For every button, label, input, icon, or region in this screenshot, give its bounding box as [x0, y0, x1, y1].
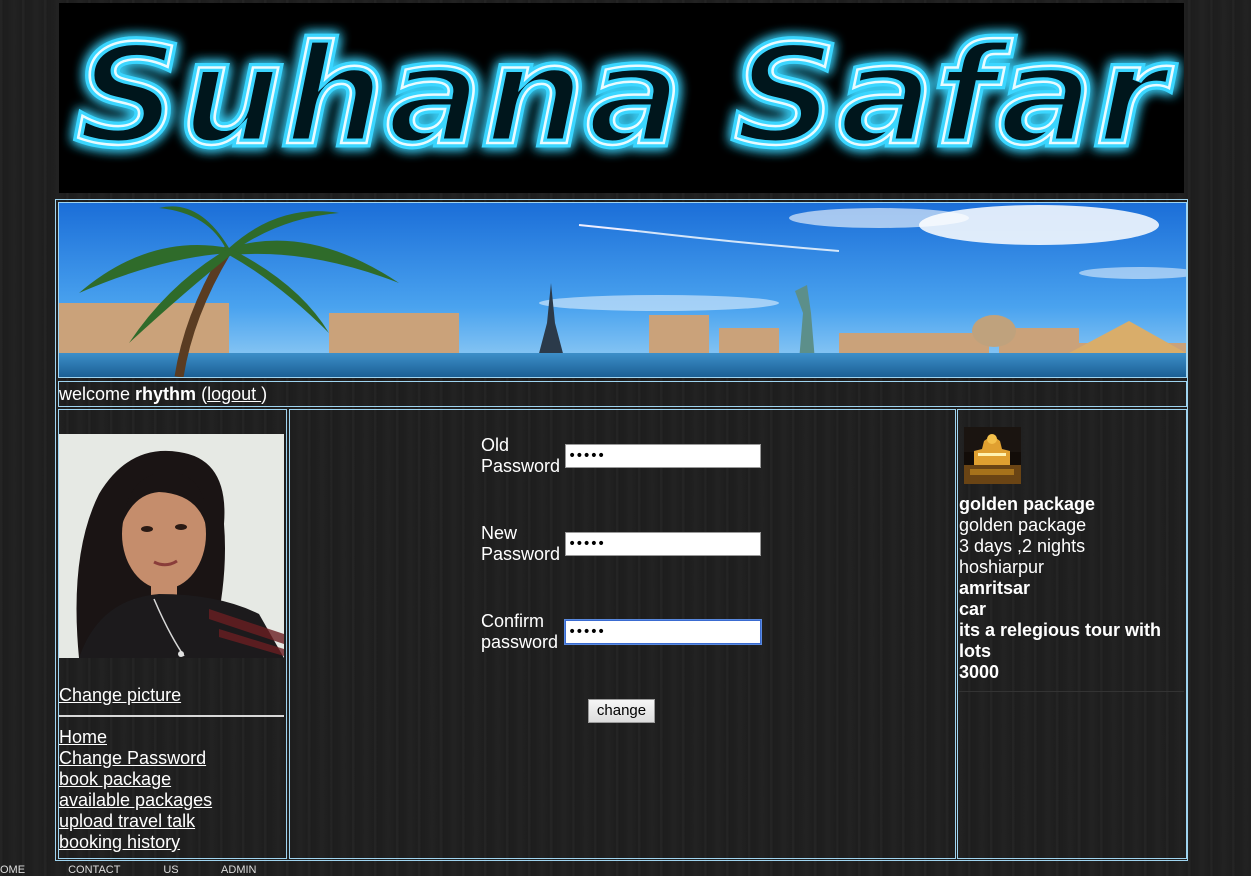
- welcome-prefix: welcome: [59, 384, 131, 404]
- package-from: hoshiarpur: [959, 557, 1045, 577]
- sidebar-nav: Home Change Password book package availa…: [59, 727, 212, 853]
- change-picture-link[interactable]: Change picture: [59, 685, 181, 706]
- old-password-label-line2: Password: [481, 456, 561, 476]
- package-price: 3000: [959, 662, 1000, 682]
- package-transport: car: [959, 599, 987, 619]
- confirm-password-label-line2: password: [481, 632, 559, 652]
- site-logo: Suhana Safar Suhana Safar: [59, 3, 1184, 193]
- sidebar-item-home[interactable]: Home: [59, 727, 212, 748]
- new-password-label: New Password: [481, 523, 560, 565]
- package-duration: 3 days ,2 nights: [959, 536, 1086, 556]
- old-password-input[interactable]: •••••: [565, 444, 761, 468]
- logout-paren-close: ): [261, 384, 268, 404]
- package-thumbnail[interactable]: [964, 427, 1021, 484]
- package-name-heading[interactable]: golden package: [959, 494, 1184, 515]
- new-password-label-line1: New: [481, 523, 518, 543]
- new-password-input[interactable]: •••••: [565, 532, 761, 556]
- welcome-message: welcome rhythm (logout ): [59, 384, 267, 405]
- username: rhythm: [135, 384, 197, 404]
- package-name: golden package: [959, 515, 1087, 535]
- sidebar-item-upload-travel-talk[interactable]: upload travel talk: [59, 811, 212, 832]
- sidebar-divider: [59, 715, 284, 717]
- travel-banner: [58, 202, 1187, 378]
- package-to: amritsar: [959, 578, 1031, 598]
- confirm-password-label: Confirm password: [481, 611, 558, 653]
- change-password-button[interactable]: change: [588, 699, 655, 723]
- new-password-label-line2: Password: [481, 544, 561, 564]
- confirm-password-input[interactable]: •••••: [565, 620, 761, 644]
- logout-link[interactable]: logout: [207, 384, 261, 404]
- footer-links[interactable]: OME CONTACT US ADMIN: [0, 864, 257, 876]
- sidebar-item-available-packages[interactable]: available packages: [59, 790, 212, 811]
- sidebar-item-booking-history[interactable]: booking history: [59, 832, 212, 853]
- old-password-label-line1: Old: [481, 435, 510, 455]
- sidebar-item-book-package[interactable]: book package: [59, 769, 212, 790]
- confirm-password-label-line1: Confirm: [481, 611, 545, 631]
- package-description: its a relegious tour with lots: [959, 620, 1162, 661]
- logo-text-highlight: Suhana Safar: [76, 15, 1174, 176]
- package-details: golden package golden package 3 days ,2 …: [959, 494, 1184, 683]
- old-password-label: Old Password: [481, 435, 560, 477]
- sidebar-item-change-password[interactable]: Change Password: [59, 748, 212, 769]
- profile-picture: [59, 434, 284, 658]
- package-separator: [959, 691, 1184, 692]
